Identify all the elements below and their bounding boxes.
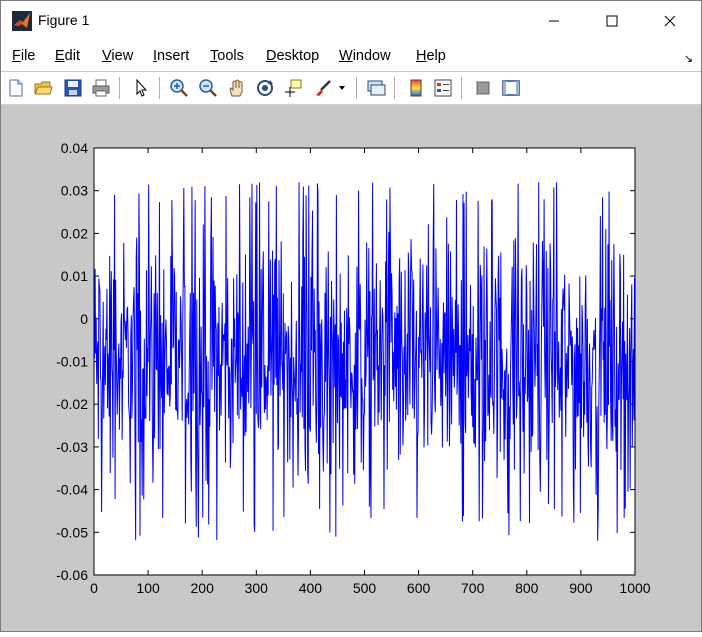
- y-tick-label: -0.03: [56, 439, 88, 455]
- menu-help[interactable]: Help: [416, 48, 446, 64]
- y-tick-label: 0.01: [61, 268, 88, 284]
- zoom-out-button[interactable]: [196, 76, 220, 100]
- line-chart[interactable]: 0 100 200 300 400 500 600 700 800 900 1000 0.04 0.03…: [1, 105, 701, 632]
- x-tick-label: 1000: [619, 580, 650, 596]
- menu-window[interactable]: Window: [339, 48, 391, 64]
- save-button[interactable]: [61, 76, 85, 100]
- dock-arrow-icon[interactable]: ↘: [684, 52, 693, 65]
- print-icon: [92, 79, 110, 97]
- matlab-logo-icon: [12, 11, 32, 31]
- hide-plot-tools-button[interactable]: [471, 76, 495, 100]
- open-file-button[interactable]: [31, 76, 55, 100]
- close-button[interactable]: [647, 1, 693, 41]
- window-title: Figure 1: [38, 12, 90, 28]
- y-tick-label: -0.04: [56, 482, 88, 498]
- x-tick-label: 200: [191, 580, 215, 596]
- x-tick-label: 700: [461, 580, 485, 596]
- toolbar-separator: [119, 77, 120, 99]
- menu-file[interactable]: File: [12, 48, 35, 64]
- edit-plot-button[interactable]: [129, 76, 153, 100]
- y-tick-label: -0.05: [56, 524, 88, 540]
- y-tick-label: 0: [80, 311, 88, 327]
- x-tick-label: 800: [515, 580, 539, 596]
- pan-hand-icon: [229, 79, 243, 97]
- brush-icon: [316, 80, 331, 96]
- hide-plot-tools-icon: [476, 81, 490, 95]
- brush-button[interactable]: [311, 76, 335, 100]
- link-plot-button[interactable]: [364, 76, 388, 100]
- insert-colorbar-icon: [410, 79, 422, 97]
- menu-desktop[interactable]: Desktop: [266, 48, 319, 64]
- figure-window: Figure 1 File Edit View Insert Tools Des…: [0, 0, 702, 632]
- y-tick-label: -0.02: [56, 396, 88, 412]
- chevron-down-icon: [339, 86, 345, 90]
- show-plot-tools-icon: [502, 80, 520, 96]
- data-cursor-button[interactable]: [281, 76, 305, 100]
- toolbar-separator: [461, 77, 462, 99]
- link-plot-icon: [367, 80, 386, 96]
- x-tick-label: 100: [136, 580, 160, 596]
- rotate-3d-button[interactable]: [253, 76, 277, 100]
- close-icon: [664, 15, 676, 27]
- x-tick-label: 0: [90, 580, 98, 596]
- toolbar-separator: [356, 77, 357, 99]
- open-file-icon: [34, 81, 53, 95]
- toolbar-separator: [394, 77, 395, 99]
- x-tick-label: 500: [353, 580, 377, 596]
- maximize-icon: [606, 15, 618, 27]
- y-tick-label: 0.03: [61, 183, 88, 199]
- save-icon: [64, 79, 82, 97]
- brush-dropdown-button[interactable]: [335, 76, 349, 100]
- menu-insert[interactable]: Insert: [153, 48, 189, 64]
- minimize-button[interactable]: [531, 1, 577, 41]
- data-cursor-icon: [285, 79, 302, 97]
- figure-toolbar: [1, 72, 701, 105]
- new-figure-icon: [9, 79, 23, 97]
- menu-bar: File Edit View Insert Tools Desktop Wind…: [1, 41, 701, 71]
- zoom-out-icon: [199, 79, 217, 97]
- zoom-in-icon: [170, 79, 188, 97]
- x-tick-label: 300: [245, 580, 269, 596]
- show-plot-tools-button[interactable]: [499, 76, 523, 100]
- insert-legend-icon: [434, 79, 452, 97]
- figure-canvas: 0 100 200 300 400 500 600 700 800 900 1000 0.04 0.03…: [1, 105, 701, 632]
- x-tick-label: 900: [569, 580, 593, 596]
- toolbar-separator: [159, 77, 160, 99]
- menu-view[interactable]: View: [102, 48, 133, 64]
- menu-tools[interactable]: Tools: [210, 48, 244, 64]
- x-tick-label: 400: [299, 580, 323, 596]
- edit-plot-arrow-icon: [136, 78, 148, 97]
- minimize-icon: [549, 20, 559, 22]
- x-tick-label: 600: [407, 580, 431, 596]
- title-bar[interactable]: Figure 1: [1, 1, 701, 41]
- y-tick-label: -0.06: [56, 567, 88, 583]
- y-tick-label: -0.01: [56, 354, 88, 370]
- insert-legend-button[interactable]: [431, 76, 455, 100]
- zoom-in-button[interactable]: [167, 76, 191, 100]
- maximize-button[interactable]: [589, 1, 635, 41]
- rotate-3d-icon: [257, 80, 273, 96]
- menu-edit[interactable]: Edit: [55, 48, 80, 64]
- insert-colorbar-button[interactable]: [404, 76, 428, 100]
- y-tick-label: 0.02: [61, 225, 88, 241]
- pan-button[interactable]: [224, 76, 248, 100]
- print-button[interactable]: [89, 76, 113, 100]
- y-tick-label: 0.04: [61, 140, 88, 156]
- new-figure-button[interactable]: [4, 76, 28, 100]
